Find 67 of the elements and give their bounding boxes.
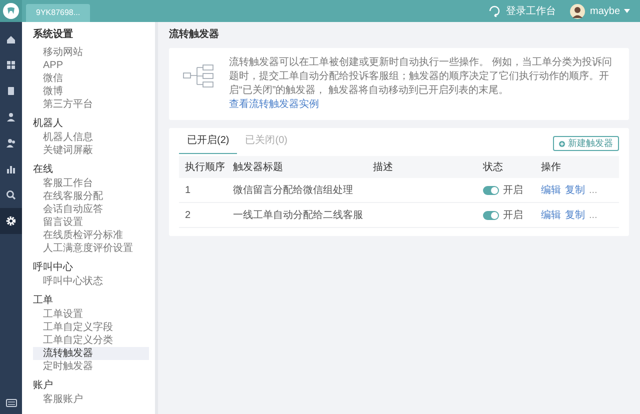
table-cell-text: 微信留言分配给微信组处理 [233, 184, 354, 198]
sidebar-heading: 呼叫中心 [33, 261, 74, 274]
tab[interactable]: 已开启(2) [179, 128, 238, 154]
sidebar-item[interactable]: 工单自定义分类 [33, 334, 149, 347]
more-link[interactable]: ... [589, 182, 598, 198]
sidebar-item[interactable]: 微博 [33, 85, 149, 98]
workbench-link[interactable]: 登录工作台 [506, 4, 556, 18]
action-link[interactable]: 复制 [565, 182, 585, 198]
column-header: 执行顺序 [185, 160, 226, 174]
sidebar-item[interactable]: 工单设置 [33, 308, 149, 321]
avatar-icon[interactable] [570, 4, 585, 18]
sidebar-item[interactable]: 留言设置 [33, 216, 149, 229]
description-text: 流转触发器可以在工单被创建或更新时自动执行一些操作。 例如，当工单分类为投诉问题时，提交工单自动分配给投诉客服组；触发器的顺序决定了它们执行动作的顺序。开启“已关闭”的触发器， 触发器将自动移动到已开启列表的末尾。 [229, 56, 613, 98]
table-cell-text: 1 [185, 184, 192, 198]
sidebar-item[interactable]: 人工满意度评价设置 [33, 242, 149, 255]
sidebar-item[interactable]: 客服工作台 [33, 177, 149, 190]
sidebar-item[interactable]: 在线客服分配 [33, 190, 149, 203]
sidebar-item[interactable]: 流转触发器 [33, 347, 149, 360]
search-icon [6, 190, 16, 200]
sidebar-item[interactable]: 定时触发器 [33, 360, 149, 373]
keyboard-icon[interactable] [6, 399, 16, 407]
sidebar-item[interactable]: 移动网站 [33, 46, 149, 59]
sidebar-heading: 在线 [33, 163, 54, 176]
sidebar-heading: 机器人 [33, 117, 64, 130]
people-icon [6, 138, 16, 148]
sidebar-item[interactable]: 关键词屏蔽 [33, 144, 149, 157]
sidebar-item[interactable]: 在线质检评分标准 [33, 229, 149, 242]
action-link[interactable]: 编辑 [541, 182, 561, 198]
status-text: 开启 [503, 184, 523, 198]
user-name[interactable]: maybe [590, 4, 620, 18]
action-link[interactable]: 复制 [565, 208, 585, 222]
tab[interactable]: 已关闭(0) [237, 128, 296, 154]
person-icon [6, 112, 16, 122]
column-header: 触发器标题 [233, 160, 284, 174]
toggle-switch[interactable] [483, 210, 499, 220]
caret-icon[interactable] [624, 9, 630, 13]
book-icon [6, 86, 16, 96]
action-link[interactable]: 编辑 [541, 208, 561, 222]
settings-icon [6, 216, 16, 226]
sidebar-item[interactable]: 机器人信息 [33, 131, 149, 144]
sidebar-item[interactable]: 呼叫中心状态 [33, 275, 149, 288]
sidebar-title: 系统设置 [33, 28, 74, 41]
refresh-icon [488, 5, 501, 17]
page-title: 流转触发器 [169, 28, 220, 42]
sidebar-item[interactable]: 工单自定义字段 [33, 321, 149, 334]
sidebar-item[interactable]: 会话自动应答 [33, 203, 149, 216]
more-link[interactable]: ... [589, 208, 598, 222]
sidebar-item[interactable]: 微信 [33, 72, 149, 85]
sidebar-item[interactable]: 第三方平台 [33, 98, 149, 111]
bar-chart-icon [6, 164, 16, 174]
sidebar-item[interactable]: APP [33, 59, 149, 72]
logo-icon [3, 3, 19, 19]
sidebar-item[interactable]: 客服账户 [33, 393, 149, 406]
column-header: 描述 [373, 160, 394, 174]
example-link[interactable]: 查看流转触发器实例 [229, 98, 319, 112]
sidebar-heading: 工单 [33, 294, 54, 307]
sidebar-heading: 账户 [33, 379, 54, 392]
status-text: 开启 [503, 208, 523, 222]
table-cell-text: 一线工单自动分配给二线客服 [233, 208, 364, 222]
plus-icon [559, 140, 565, 146]
column-header: 操作 [541, 160, 562, 174]
table-cell-text: 2 [185, 208, 192, 222]
grid-icon [6, 60, 16, 70]
new-trigger-button[interactable]: 新建触发器 [553, 136, 619, 151]
column-header: 状态 [483, 160, 504, 174]
toggle-switch[interactable] [483, 186, 499, 194]
home-icon [6, 34, 16, 44]
